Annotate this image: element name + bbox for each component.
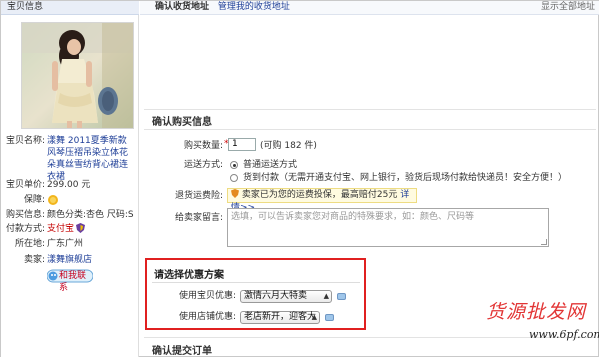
quantity-label: 购买数量: bbox=[183, 141, 223, 151]
divider bbox=[152, 282, 360, 283]
pay-label: 付款方式: bbox=[5, 224, 45, 234]
shipping-cod-radio[interactable] bbox=[230, 174, 238, 182]
chevron-down-icon: ▲ bbox=[323, 292, 329, 300]
seller-row: 卖家: 漾舞旗舰店 bbox=[5, 254, 135, 266]
guarantee-icon[interactable] bbox=[45, 194, 59, 210]
shop-discount-info-icon[interactable] bbox=[325, 314, 334, 321]
alipay-shield-icon bbox=[76, 223, 86, 237]
address-section-title: 确认收货地址 bbox=[155, 2, 210, 12]
pay-row: 付款方式: 支付宝 bbox=[5, 223, 135, 237]
guarantee-row: 保障: bbox=[5, 194, 135, 210]
watermark-brand: 货源批发网 bbox=[486, 301, 587, 323]
purchase-attrs-label: 购买信息: bbox=[5, 210, 45, 220]
shipping-normal-radio[interactable] bbox=[230, 161, 238, 169]
quantity-input[interactable]: 1 bbox=[228, 138, 256, 151]
seller-label: 卖家: bbox=[23, 255, 45, 265]
message-placeholder: 选填，可以告诉卖家您对商品的特殊要求，如：颜色、尺码等 bbox=[231, 212, 475, 222]
location-value: 广东广州 bbox=[47, 239, 84, 249]
purchase-attrs-value: 颜色分类:杏色 尺码:S bbox=[47, 210, 134, 220]
item-discount-label: 使用宝贝优惠: bbox=[179, 291, 237, 301]
address-section-header: 确认收货地址 管理我的收货地址 显示全部地址 bbox=[140, 1, 599, 15]
shop-discount-select[interactable]: 老店新开，迎客大 ▲ bbox=[240, 311, 320, 324]
item-discount-select[interactable]: 激情六月大特卖 ▲ bbox=[240, 290, 332, 303]
pay-value: 支付宝 bbox=[47, 224, 75, 234]
product-photo[interactable] bbox=[21, 22, 134, 129]
discount-section: 请选择优惠方案 使用宝贝优惠: 激情六月大特卖 ▲ 使用店铺优惠: 老店新开，迎… bbox=[145, 258, 366, 330]
manage-address-link[interactable]: 管理我的收货地址 bbox=[218, 2, 290, 12]
chevron-down-icon: ▲ bbox=[311, 313, 317, 321]
product-name-row: 宝贝名称: 漾舞 2011夏季新款风琴压褶吊染立体花朵真丝雪纺背心裙连衣裙 bbox=[5, 135, 135, 183]
resize-handle[interactable] bbox=[541, 239, 547, 245]
message-label: 给卖家留言: bbox=[174, 213, 223, 223]
submit-order-title: 确认提交订单 bbox=[152, 346, 212, 357]
watermark: 货源批发网 www.6pf.com bbox=[486, 297, 599, 357]
price-row: 宝贝单价: 299.00 元 bbox=[5, 179, 135, 191]
divider bbox=[144, 109, 596, 110]
product-info-panel: 宝贝信息 宝贝名称: 漾舞 2011夏季新款风琴压褶吊染立体花朵真丝雪纺背心裙连… bbox=[1, 1, 139, 357]
insurance-text: 卖家已为您的运费投保，最高赔付25元 bbox=[241, 190, 398, 200]
wangwang-label: 和我联系 bbox=[59, 271, 87, 293]
shipping-cod-label: 货到付款（无需开通支付宝、网上银行，验货后现场付款给快递员！安全方便！） bbox=[243, 173, 568, 183]
insurance-notice: 卖家已为您的运费投保，最高赔付25元 详情>> bbox=[227, 188, 417, 213]
show-all-addresses-link[interactable]: 显示全部地址 bbox=[541, 1, 595, 13]
price-label: 宝贝单价: bbox=[5, 180, 45, 190]
item-discount-value: 激情六月大特卖 bbox=[244, 291, 308, 301]
product-name-link[interactable]: 漾舞 2011夏季新款风琴压褶吊染立体花朵真丝雪纺背心裙连衣裙 bbox=[45, 135, 135, 183]
seller-link[interactable]: 漾舞旗舰店 bbox=[45, 254, 92, 266]
shipping-label: 运送方式: bbox=[183, 160, 223, 170]
quantity-hint: (可购 182 件) bbox=[260, 141, 317, 151]
location-row: 所在地: 广东广州 bbox=[5, 238, 135, 250]
wangwang-contact-button[interactable]: 和我联系 bbox=[46, 269, 94, 293]
insurance-label: 退货运费险: bbox=[174, 191, 223, 201]
product-name-label: 宝贝名称: bbox=[5, 136, 45, 146]
shipping-normal-label: 普通运送方式 bbox=[243, 160, 298, 170]
shop-discount-label: 使用店铺优惠: bbox=[179, 312, 237, 322]
purchase-attrs-row: 购买信息: 颜色分类:杏色 尺码:S bbox=[5, 209, 135, 221]
discount-info-icon[interactable] bbox=[337, 293, 346, 300]
product-info-header: 宝贝信息 bbox=[1, 1, 139, 15]
purchase-section-title: 确认购买信息 bbox=[152, 117, 212, 128]
seller-message-textarea[interactable]: 选填，可以告诉卖家您对商品的特殊要求，如：颜色、尺码等 bbox=[227, 208, 549, 247]
shop-discount-value: 老店新开，迎客大 bbox=[244, 312, 317, 322]
price-value: 299.00 元 bbox=[47, 180, 91, 190]
watermark-url: www.6pf.com bbox=[529, 328, 599, 341]
discount-section-title: 请选择优惠方案 bbox=[154, 270, 224, 281]
shield-icon bbox=[231, 189, 242, 200]
divider bbox=[144, 129, 596, 130]
guarantee-label: 保障: bbox=[23, 195, 45, 205]
location-label: 所在地: bbox=[14, 239, 45, 249]
